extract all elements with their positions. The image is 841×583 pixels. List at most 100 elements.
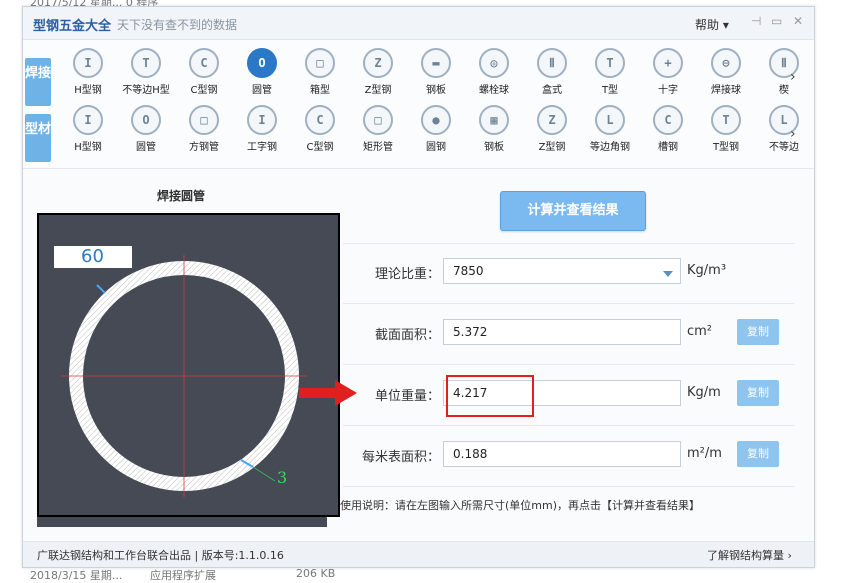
profile-tool-5[interactable]: □ 矩形管 — [350, 100, 406, 158]
rect-tube-icon: □ — [363, 105, 393, 135]
box-section-icon: □ — [305, 48, 335, 78]
result-field[interactable]: 0.188 — [443, 441, 681, 467]
thickness-value: 3 — [277, 468, 287, 487]
divider — [343, 425, 794, 426]
tool-label: 盒式 — [542, 85, 562, 96]
background-size: 206 KB — [296, 567, 336, 580]
tool-label: 工字钢 — [247, 142, 277, 153]
tool-label: 槽钢 — [658, 142, 678, 153]
c-channel-icon: C — [305, 105, 335, 135]
profile-tool-4[interactable]: C C型钢 — [292, 100, 348, 158]
calculate-button[interactable]: 计算并查看结果 — [500, 191, 646, 231]
tool-label: 十字 — [658, 85, 678, 96]
profile-tool-3[interactable]: I 工字钢 — [234, 100, 290, 158]
welded-tool-5[interactable]: Z Z型钢 — [350, 43, 406, 101]
welded-tool-6[interactable]: ▬ 钢板 — [408, 43, 464, 101]
welded-tool-7[interactable]: ◎ 螺栓球 — [466, 43, 522, 101]
welded-tool-11[interactable]: ⊖ 焊接球 — [698, 43, 754, 101]
welded-tool-3[interactable]: O 圆管 — [234, 43, 290, 101]
z-section-icon: Z — [363, 48, 393, 78]
tool-label: 圆钢 — [426, 142, 446, 153]
profile-tool-8[interactable]: Z Z型钢 — [524, 100, 580, 158]
profile-tool-6[interactable]: ● 圆钢 — [408, 100, 464, 158]
copy-button[interactable]: 复制 — [737, 441, 779, 467]
tool-label: 等边角钢 — [590, 142, 630, 153]
unit-label: m²/m — [687, 446, 722, 461]
round-tube-icon: O — [131, 105, 161, 135]
tool-label: Z型钢 — [364, 85, 392, 96]
title-bar: 型钢五金大全 天下没有查不到的数据 帮助 ▾ ⊣ ▭ ✕ — [23, 7, 814, 40]
welded-tool-12[interactable]: Ⅱ楔 — [756, 43, 812, 101]
unit-label: cm² — [687, 324, 713, 339]
diameter-leader — [96, 284, 106, 294]
welded-tool-9[interactable]: T T型 — [582, 43, 638, 101]
app-subtitle: 天下没有查不到的数据 — [117, 18, 238, 32]
profile-tool-9[interactable]: L 等边角钢 — [582, 100, 638, 158]
profile-tool-0[interactable]: I H型钢 — [60, 100, 116, 158]
round-tube-icon: O — [247, 48, 277, 78]
square-tube-icon: □ — [189, 105, 219, 135]
divider — [343, 364, 794, 365]
result-field[interactable]: 7850 — [443, 258, 681, 284]
t-section-icon: T — [711, 105, 741, 135]
row2-next-icon[interactable]: › — [790, 126, 796, 142]
copy-button[interactable]: 复制 — [737, 380, 779, 406]
section-title: 焊接圆管 — [157, 189, 206, 203]
app-title: 型钢五金大全 — [33, 19, 112, 34]
tool-label: 矩形管 — [363, 142, 393, 153]
welded-tool-1[interactable]: T 不等边H型 — [118, 43, 174, 101]
learn-more-link[interactable]: 了解钢结构算量 › — [707, 547, 792, 563]
welded-tool-10[interactable]: + 十字 — [640, 43, 696, 101]
field-label: 截面面积： — [374, 328, 440, 343]
tool-label: Z型钢 — [538, 142, 566, 153]
close-icon[interactable]: ✕ — [793, 14, 803, 28]
profile-tool-7[interactable]: ▦ 钢板 — [466, 100, 522, 158]
tab-profile[interactable]: 型材 — [25, 114, 51, 162]
steel-plate-icon: ▦ — [479, 105, 509, 135]
chevron-down-icon[interactable] — [663, 271, 673, 277]
channel-icon: C — [653, 105, 683, 135]
diameter-input[interactable]: 60 — [54, 246, 132, 268]
profile-tool-2[interactable]: □ 方钢管 — [176, 100, 232, 158]
profile-tool-10[interactable]: C 槽钢 — [640, 100, 696, 158]
divider — [343, 486, 794, 487]
c-channel-icon: C — [189, 48, 219, 78]
welded-tool-2[interactable]: C C型钢 — [176, 43, 232, 101]
minimize-icon[interactable]: ▭ — [771, 14, 782, 28]
profile-tool-12[interactable]: L 不等边 — [756, 100, 812, 158]
tool-label: T型 — [601, 85, 619, 96]
tab-profile-label: 型材 — [25, 122, 52, 137]
welded-tool-0[interactable]: I H型钢 — [60, 43, 116, 101]
divider — [343, 303, 794, 304]
welded-tool-4[interactable]: □ 箱型 — [292, 43, 348, 101]
tool-label: C型钢 — [306, 142, 334, 153]
copy-button[interactable]: 复制 — [737, 319, 779, 345]
app-window: 型钢五金大全 天下没有查不到的数据 帮助 ▾ ⊣ ▭ ✕ 焊接 I H型钢 T 不等边… — [22, 6, 815, 568]
h-beam-icon: I — [73, 105, 103, 135]
profile-tool-11[interactable]: T T型钢 — [698, 100, 754, 158]
credits-text: 广联达钢结构和工作台联合出品 | 版本号:1.1.0.16 — [37, 549, 284, 562]
bolt-ball-icon: ◎ — [479, 48, 509, 78]
pin-icon[interactable]: ⊣ — [751, 14, 761, 28]
round-bar-icon: ● — [421, 105, 451, 135]
unit-label: Kg/m — [687, 385, 721, 400]
canvas-shadow — [37, 517, 327, 527]
profile-tool-1[interactable]: O 圆管 — [118, 100, 174, 158]
z-section-icon: Z — [537, 105, 567, 135]
highlight-box — [446, 375, 534, 417]
welded-tool-8[interactable]: Ⅱ 盒式 — [524, 43, 580, 101]
red-arrow-icon — [299, 380, 357, 406]
equal-angle-icon: L — [595, 105, 625, 135]
tab-welded-label: 焊接 — [25, 66, 52, 81]
tool-label: 螺栓球 — [479, 85, 509, 96]
i-beam-icon: I — [247, 105, 277, 135]
tab-welded[interactable]: 焊接 — [25, 58, 51, 106]
help-menu[interactable]: 帮助 ▾ — [695, 16, 729, 33]
result-field[interactable]: 5.372 — [443, 319, 681, 345]
row1-next-icon[interactable]: › — [790, 69, 796, 85]
tool-label: 不等边H型 — [122, 85, 170, 96]
unequal-h-beam-icon: T — [131, 48, 161, 78]
divider — [343, 243, 794, 244]
tool-label: 圆管 — [136, 142, 156, 153]
tool-label: C型钢 — [190, 85, 218, 96]
